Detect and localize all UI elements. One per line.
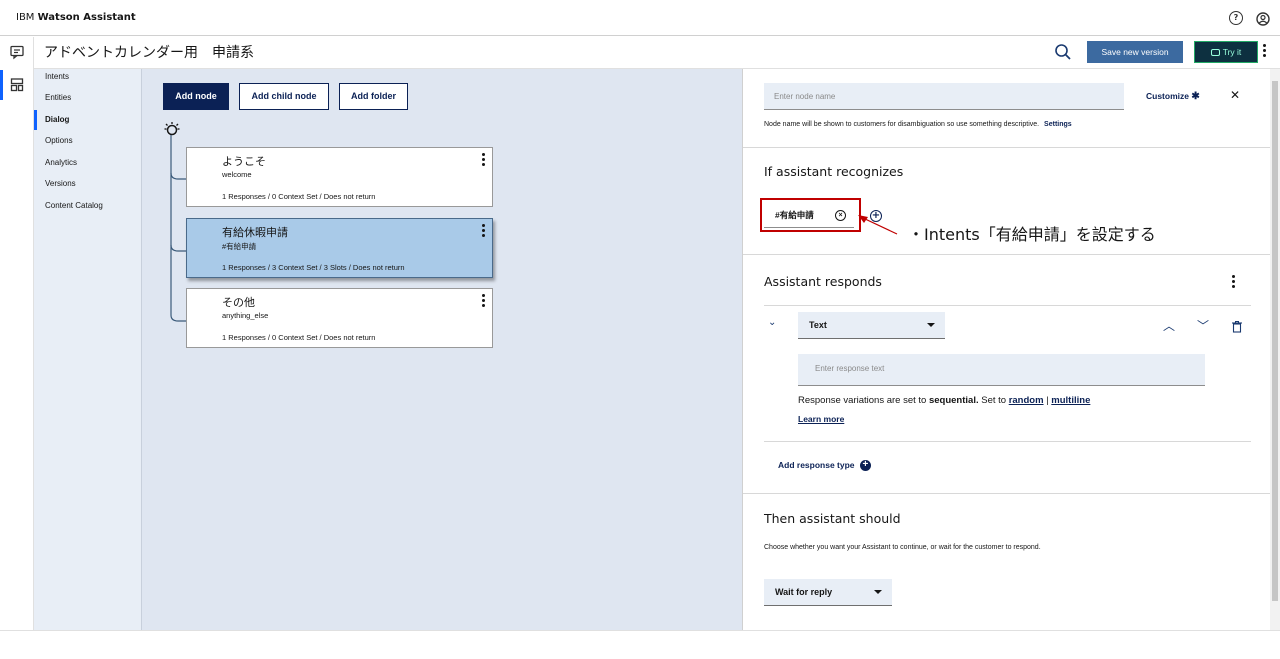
sidenav-item-content-catalog[interactable]: Content Catalog [34, 196, 142, 216]
node-meta: 1 Responses / 3 Context Set / 3 Slots / … [222, 263, 405, 272]
customize-label: Customize [1146, 91, 1189, 101]
chat-icon[interactable] [9, 44, 25, 60]
condition-tag[interactable]: #有給申請 × [764, 203, 854, 228]
response-type-value: Text [809, 320, 827, 330]
node-overflow-icon[interactable] [482, 153, 486, 168]
condition-tag-label: #有給申請 [775, 210, 814, 220]
node-title: ようこそ [222, 155, 266, 168]
sidenav-item-intents[interactable]: Intents [34, 67, 142, 87]
dialog-node-paid-leave[interactable]: 有給休暇申請 #有給申請 1 Responses / 3 Context Set… [186, 218, 493, 278]
node-name-help: Node name will be shown to customers for… [764, 121, 1072, 128]
tree-connectors [170, 135, 186, 322]
variations-line: Response variations are set to sequentia… [798, 395, 1090, 406]
skills-icon[interactable] [9, 77, 25, 93]
brand-prefix: IBM [16, 12, 35, 23]
skill-header: アドベントカレンダー用 申請系 Save new version Try it [34, 37, 1280, 69]
sidenav-item-entities[interactable]: Entities [34, 88, 142, 108]
responds-overflow-icon[interactable] [1232, 275, 1236, 291]
dialog-node-welcome[interactable]: ようこそ welcome 1 Responses / 0 Context Set… [186, 147, 493, 207]
add-folder-button[interactable]: Add folder [339, 83, 408, 110]
add-response-type-label: Add response type [778, 460, 855, 470]
top-bar: IBM Watson Assistant ? [0, 0, 1280, 36]
recognizes-title: If assistant recognizes [764, 164, 904, 179]
variations-separator: | [1046, 395, 1049, 406]
chevron-down-icon [927, 323, 935, 327]
node-condition: anything_else [222, 311, 269, 320]
multiline-link[interactable]: multiline [1051, 395, 1090, 406]
rail-active-indicator [0, 70, 3, 100]
add-response-type-button[interactable]: Add response type + [778, 460, 871, 472]
annotation-text: ・Intents「有給申請」を設定する [908, 225, 1156, 244]
then-action-value: Wait for reply [775, 587, 833, 597]
customize-link[interactable]: Customize ✱ [1146, 91, 1200, 102]
skill-sidenav: Intents Entities Dialog Options Analytic… [34, 69, 142, 630]
app-brand: IBM Watson Assistant [16, 12, 136, 23]
then-action-select[interactable]: Wait for reply [764, 579, 892, 606]
variations-prefix: Response variations are set to [798, 395, 927, 406]
search-icon[interactable] [1054, 43, 1072, 61]
scrollbar-thumb[interactable] [1272, 81, 1278, 601]
trash-icon[interactable] [1232, 318, 1242, 333]
variations-set-to: Set to [981, 395, 1007, 406]
node-condition: welcome [222, 170, 252, 179]
dialog-canvas: Add node Add child node Add folder ようこそ … [142, 69, 742, 630]
dialog-node-anything-else[interactable]: その他 anything_else 1 Responses / 0 Contex… [186, 288, 493, 348]
settings-link[interactable]: Settings [1044, 121, 1072, 128]
then-title: Then assistant should [764, 511, 901, 526]
learn-more-link[interactable]: Learn more [798, 414, 844, 424]
sidenav-item-versions[interactable]: Versions [34, 174, 142, 194]
sidenav-item-analytics[interactable]: Analytics [34, 153, 142, 173]
chevron-down-icon [874, 590, 882, 594]
annotation-arrow [858, 215, 898, 235]
node-title: 有給休暇申請 [222, 226, 288, 239]
sidenav-item-dialog[interactable]: Dialog [34, 110, 142, 130]
node-overflow-icon[interactable] [482, 224, 486, 239]
node-name-help-text: Node name will be shown to customers for… [764, 121, 1040, 128]
node-name-input[interactable]: Enter node name [764, 83, 1124, 110]
add-child-node-button[interactable]: Add child node [239, 83, 329, 110]
then-help: Choose whether you want your Assistant t… [764, 544, 1041, 551]
node-condition: #有給申請 [222, 242, 257, 251]
sidenav-item-options[interactable]: Options [34, 131, 142, 151]
skill-title: アドベントカレンダー用 申請系 [44, 45, 254, 61]
add-node-button[interactable]: Add node [163, 83, 229, 110]
response-text-input[interactable]: Enter response text [798, 354, 1205, 386]
collapse-chevron-icon[interactable]: ⌄ [768, 317, 776, 328]
bottom-margin [0, 630, 1280, 659]
add-circle-icon: + [859, 460, 871, 472]
panel-scrollbar[interactable] [1270, 69, 1280, 630]
chat-bubble-icon [1210, 49, 1220, 57]
section-divider [743, 254, 1271, 255]
section-divider [743, 493, 1271, 494]
move-up-icon[interactable]: ︿ [1163, 317, 1175, 334]
section-divider [764, 305, 1251, 306]
save-new-version-button[interactable]: Save new version [1087, 41, 1183, 63]
random-link[interactable]: random [1009, 395, 1044, 406]
user-icon[interactable] [1256, 11, 1270, 26]
try-it-label: Try it [1222, 47, 1242, 57]
node-title: その他 [222, 296, 255, 309]
node-meta: 1 Responses / 0 Context Set / Does not r… [222, 192, 376, 201]
help-icon[interactable]: ? [1229, 11, 1243, 25]
brand-name: Watson Assistant [37, 12, 136, 23]
try-it-button[interactable]: Try it [1194, 41, 1258, 63]
response-type-select[interactable]: Text [798, 312, 945, 339]
responds-title: Assistant responds [764, 274, 882, 289]
section-divider [743, 147, 1271, 148]
node-meta: 1 Responses / 0 Context Set / Does not r… [222, 333, 376, 342]
section-divider [764, 441, 1251, 442]
gear-icon: ✱ [1191, 91, 1200, 102]
remove-condition-icon[interactable]: × [835, 210, 846, 221]
move-down-icon[interactable]: ﹀ [1197, 317, 1209, 334]
variations-mode: sequential. [928, 395, 979, 406]
overflow-menu-icon[interactable] [1263, 44, 1267, 62]
close-icon[interactable]: ✕ [1230, 88, 1240, 102]
node-overflow-icon[interactable] [482, 294, 486, 309]
node-editor-panel: Enter node name Customize ✱ ✕ Node name … [742, 69, 1271, 630]
left-rail [0, 37, 34, 630]
